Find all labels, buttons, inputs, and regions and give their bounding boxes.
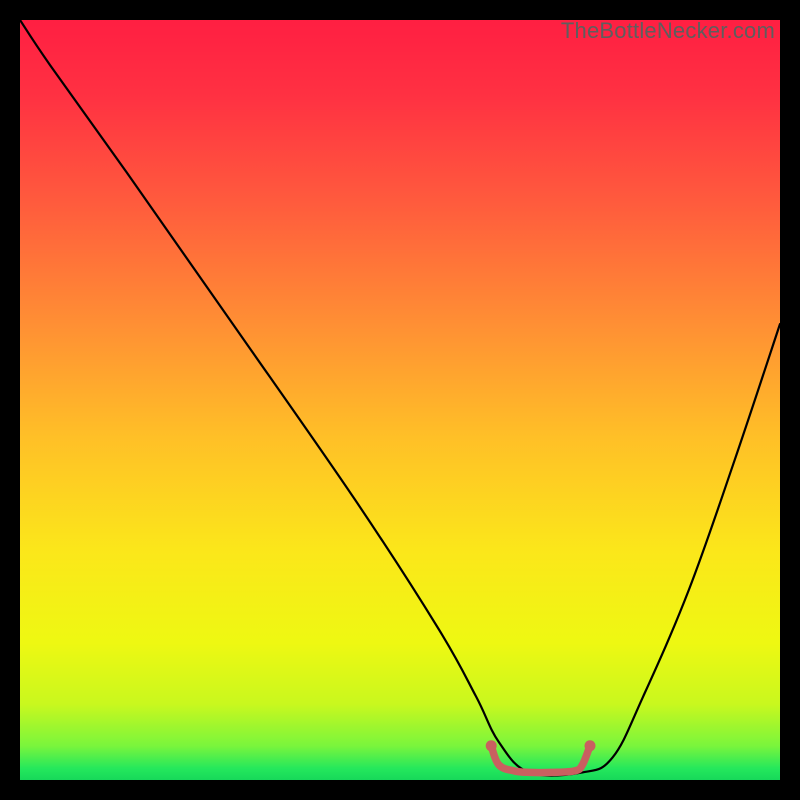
highlight-endcap-dot [585, 740, 596, 751]
bottleneck-curve [20, 20, 780, 776]
chart-curve-layer [20, 20, 780, 780]
chart-frame: TheBottleNecker.com [20, 20, 780, 780]
highlight-segment [491, 746, 590, 773]
highlight-endcap-dot [486, 740, 497, 751]
